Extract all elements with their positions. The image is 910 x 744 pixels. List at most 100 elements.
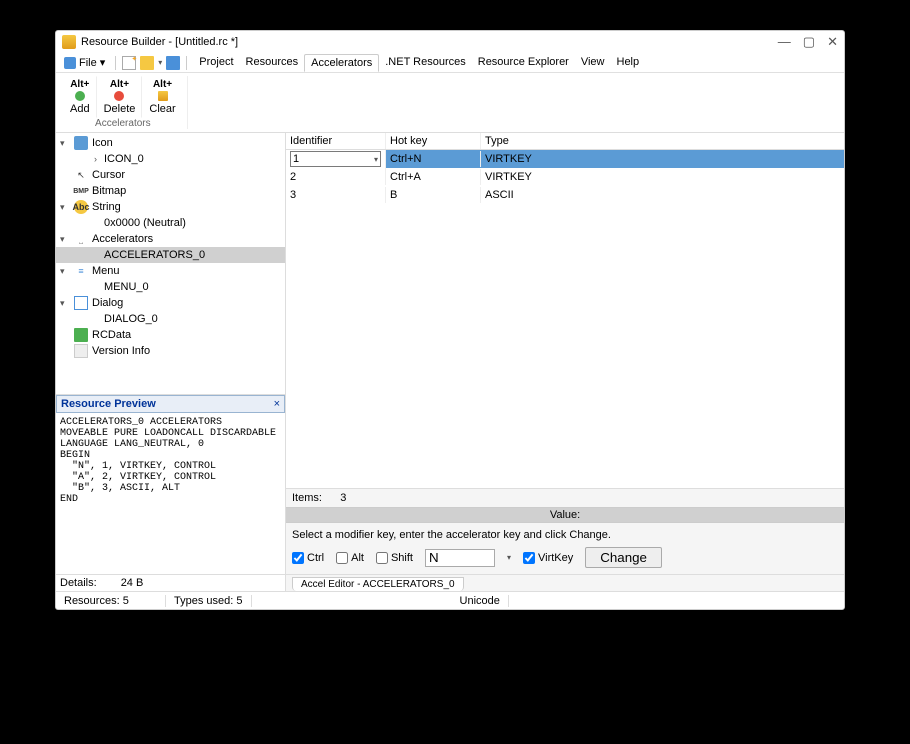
menu-help[interactable]: Help (611, 54, 646, 72)
ribbon: Alt+ Add Alt+ Delete Alt+ Clear Accelera… (56, 73, 844, 133)
tree-item-label: RCData (92, 329, 131, 341)
table-row[interactable]: 2Ctrl+AVIRTKEY (286, 168, 844, 186)
menu-resources[interactable]: Resources (240, 54, 305, 72)
tab-accel-editor[interactable]: Accel Editor - ACCELERATORS_0 (292, 577, 464, 591)
shift-label: Shift (391, 552, 413, 564)
app-window: Resource Builder - [Untitled.rc *] — ▢ ✕… (55, 30, 845, 610)
col-hotkey[interactable]: Hot key (386, 133, 481, 149)
tree-item[interactable]: ▾Dialog (56, 295, 285, 311)
expander-icon[interactable]: ▾ (60, 266, 70, 277)
change-button[interactable]: Change (585, 547, 662, 568)
menubar: File ▾ ▾ ProjectResourcesAccelerators.NE… (56, 53, 844, 73)
add-button[interactable]: Alt+ Add (65, 76, 97, 118)
expander-icon[interactable]: ▾ (60, 298, 70, 309)
save-icon[interactable] (166, 56, 180, 70)
delete-label: Delete (104, 103, 136, 115)
editor-panel: Select a modifier key, enter the acceler… (286, 523, 844, 574)
menu-project[interactable]: Project (193, 54, 239, 72)
open-dropdown-icon[interactable]: ▾ (158, 58, 162, 67)
virtkey-checkbox[interactable]: VirtKey (523, 552, 573, 564)
tree-item[interactable]: DIALOG_0 (56, 311, 285, 327)
file-menu-arrow-icon: ▾ (100, 56, 106, 69)
delete-button[interactable]: Alt+ Delete (99, 76, 143, 118)
string-icon: Abc (74, 200, 88, 214)
key-input[interactable] (425, 549, 495, 567)
maximize-button[interactable]: ▢ (803, 34, 815, 50)
cell-identifier[interactable]: 1▾ (286, 150, 386, 169)
alt-checkbox-input[interactable] (336, 552, 348, 564)
shift-checkbox-input[interactable] (376, 552, 388, 564)
new-icon[interactable] (122, 56, 136, 70)
cell-type[interactable]: ASCII (481, 187, 844, 203)
cell-hotkey[interactable]: B (386, 187, 481, 203)
delete-icon (114, 91, 124, 101)
shift-checkbox[interactable]: Shift (376, 552, 413, 564)
alt-checkbox[interactable]: Alt (336, 552, 364, 564)
file-menu-label: File (79, 57, 97, 69)
tree-item[interactable]: ▾AbcString (56, 199, 285, 215)
menu-view[interactable]: View (575, 54, 611, 72)
tree-item-label: ACCELERATORS_0 (104, 249, 205, 261)
clear-button[interactable]: Alt+ Clear (144, 76, 180, 118)
col-identifier[interactable]: Identifier (286, 133, 386, 149)
items-value: 3 (340, 492, 346, 504)
virtkey-checkbox-input[interactable] (523, 552, 535, 564)
tree-item[interactable]: MENU_0 (56, 279, 285, 295)
col-type[interactable]: Type (481, 133, 844, 149)
items-count-bar: Items: 3 (286, 488, 844, 507)
cell-type[interactable]: VIRTKEY (481, 169, 844, 185)
cell-hotkey[interactable]: Ctrl+N (386, 151, 481, 167)
expander-icon[interactable]: ▾ (60, 202, 70, 213)
close-button[interactable]: ✕ (827, 34, 838, 50)
tree-item[interactable]: ACCELERATORS_0 (56, 247, 285, 263)
open-icon[interactable] (140, 56, 154, 70)
minimize-button[interactable]: — (778, 34, 791, 50)
ribbon-group-accelerators: Alt+ Add Alt+ Delete Alt+ Clear Accelera… (59, 76, 188, 129)
tree-item-label: Menu (92, 265, 120, 277)
menu-accelerators[interactable]: Accelerators (304, 54, 379, 72)
virtkey-label: VirtKey (538, 552, 573, 564)
tree-item[interactable]: ↖Cursor (56, 167, 285, 183)
status-unicode: Unicode (452, 595, 509, 607)
resource-tree[interactable]: ▾Icon›ICON_0↖CursorBMPBitmap▾AbcString0x… (56, 133, 285, 394)
divider (115, 56, 116, 70)
add-label: Add (70, 103, 90, 115)
table-row[interactable]: 3BASCII (286, 186, 844, 204)
cell-hotkey[interactable]: Ctrl+A (386, 169, 481, 185)
cell-type[interactable]: VIRTKEY (481, 151, 844, 167)
tree-item[interactable]: 0x0000 (Neutral) (56, 215, 285, 231)
details-value: 24 B (121, 577, 144, 589)
accelerator-grid[interactable]: 1▾Ctrl+NVIRTKEY2Ctrl+AVIRTKEY3BASCII (286, 150, 844, 488)
cell-identifier[interactable]: 2 (286, 169, 386, 185)
tree-item[interactable]: ▾⎵Accelerators (56, 231, 285, 247)
expander-icon[interactable]: ▾ (60, 234, 70, 245)
ctrl-checkbox[interactable]: Ctrl (292, 552, 324, 564)
tree-item[interactable]: Version Info (56, 343, 285, 359)
file-menu-button[interactable]: File ▾ (60, 56, 109, 69)
dialog-icon (74, 296, 88, 310)
bmp-icon: BMP (74, 184, 88, 198)
disk-icon (64, 57, 76, 69)
tree-item[interactable]: ▾≡Menu (56, 263, 285, 279)
expander-icon[interactable]: › (94, 154, 104, 164)
tree-item[interactable]: BMPBitmap (56, 183, 285, 199)
chevron-down-icon[interactable]: ▾ (374, 155, 378, 164)
identifier-input[interactable]: 1▾ (290, 151, 381, 167)
editor-hint: Select a modifier key, enter the acceler… (292, 529, 838, 541)
clear-label: Clear (149, 103, 175, 115)
table-row[interactable]: 1▾ Ctrl+NVIRTKEY (286, 150, 844, 168)
ctrl-checkbox-input[interactable] (292, 552, 304, 564)
alt-label: Alt (351, 552, 364, 564)
tree-item[interactable]: ›ICON_0 (56, 151, 285, 167)
tree-item[interactable]: ▾Icon (56, 135, 285, 151)
key-dropdown-icon[interactable]: ▾ (507, 553, 511, 562)
menu-resource-explorer[interactable]: Resource Explorer (472, 54, 575, 72)
grid-header: Identifier Hot key Type (286, 133, 844, 150)
menu--net-resources[interactable]: .NET Resources (379, 54, 472, 72)
value-header: Value: (286, 507, 844, 523)
tree-item-label: 0x0000 (Neutral) (104, 217, 186, 229)
expander-icon[interactable]: ▾ (60, 138, 70, 149)
cell-identifier[interactable]: 3 (286, 187, 386, 203)
tree-item[interactable]: RCData (56, 327, 285, 343)
preview-close-icon[interactable]: × (274, 398, 280, 410)
